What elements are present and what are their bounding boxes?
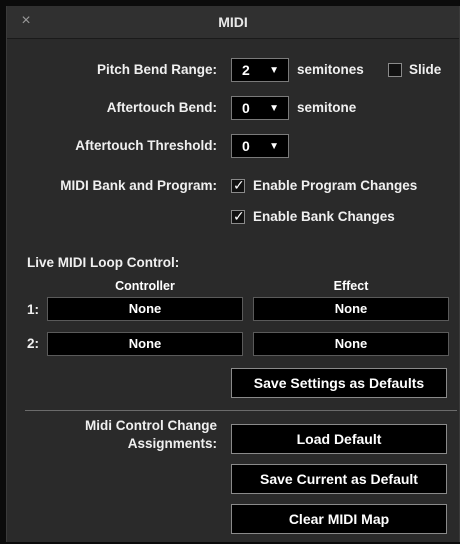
chevron-down-icon: ▼ [269, 141, 279, 152]
loop-row-1-controller[interactable]: None [47, 297, 243, 321]
loop-control-label: Live MIDI Loop Control: [27, 255, 180, 270]
bank-changes-checkbox[interactable]: ✓ [231, 208, 245, 224]
program-changes-checkbox[interactable]: ✓ [231, 177, 245, 193]
loop-row-2-controller[interactable]: None [47, 332, 243, 356]
check-icon: ✓ [233, 177, 245, 193]
chevron-down-icon: ▼ [269, 65, 279, 76]
pitch-bend-range-dropdown[interactable]: 2 ▼ [231, 58, 289, 82]
controller-column-header: Controller [115, 279, 175, 293]
save-current-default-button[interactable]: Save Current as Default [231, 464, 447, 494]
aftertouch-bend-value: 0 [242, 100, 250, 116]
effect-column-header: Effect [333, 279, 369, 293]
cc-assignments-label-line2: Assignments: [127, 436, 217, 451]
aftertouch-bend-unit: semitone [297, 100, 357, 115]
loop-row-2-effect[interactable]: None [253, 332, 449, 356]
midi-dialog: × MIDI Pitch Bend Range: 2 ▼ semitones S… [6, 6, 460, 542]
clear-midi-map-button[interactable]: Clear MIDI Map [231, 504, 447, 534]
aftertouch-bend-dropdown[interactable]: 0 ▼ [231, 96, 289, 120]
aftertouch-threshold-dropdown[interactable]: 0 ▼ [231, 134, 289, 158]
pitch-bend-range-label: Pitch Bend Range: [96, 62, 217, 77]
section-divider [25, 410, 457, 411]
loop-row-2-number: 2: [27, 336, 40, 351]
load-default-button[interactable]: Load Default [231, 424, 447, 454]
aftertouch-bend-label: Aftertouch Bend: [106, 100, 217, 115]
aftertouch-threshold-label: Aftertouch Threshold: [75, 138, 217, 153]
loop-row-1-effect[interactable]: None [253, 297, 449, 321]
cc-assignments-label-line1: Midi Control Change [85, 418, 217, 433]
bank-program-label: MIDI Bank and Program: [60, 178, 217, 193]
title-bar: × MIDI [7, 6, 459, 39]
aftertouch-threshold-value: 0 [242, 138, 250, 154]
check-icon: ✓ [233, 208, 245, 224]
chevron-down-icon: ▼ [269, 103, 279, 114]
slide-checkbox[interactable] [388, 63, 402, 77]
program-changes-label: Enable Program Changes [253, 178, 418, 193]
slide-label: Slide [409, 62, 442, 77]
dialog-title: MIDI [218, 14, 248, 30]
loop-row-1-number: 1: [27, 302, 40, 317]
pitch-bend-range-value: 2 [242, 62, 250, 78]
bank-changes-label: Enable Bank Changes [253, 209, 395, 224]
pitch-bend-unit: semitones [297, 62, 364, 77]
save-settings-defaults-button[interactable]: Save Settings as Defaults [231, 368, 447, 398]
